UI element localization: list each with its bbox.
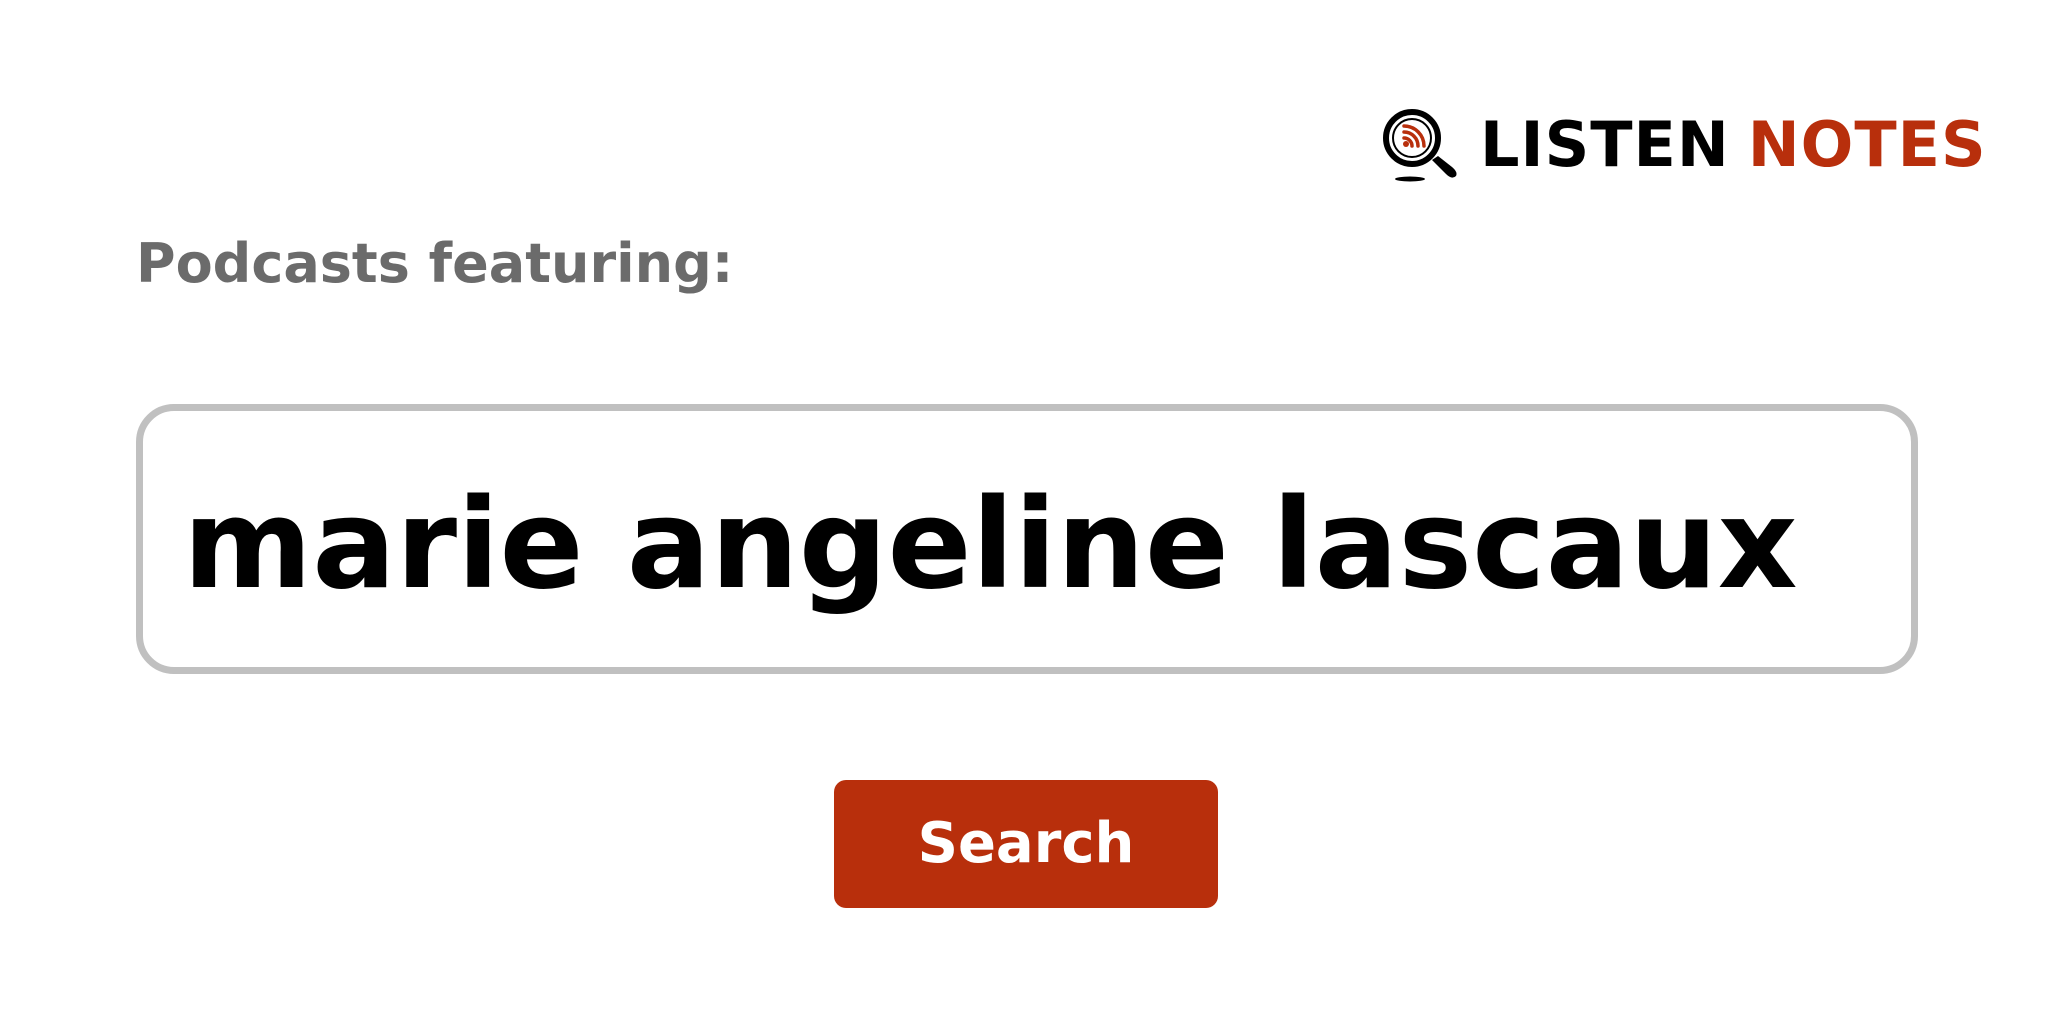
listen-notes-logo: LISTEN NOTES <box>1380 104 1987 186</box>
logo-word-listen: LISTEN <box>1480 108 1730 181</box>
podcast-search-icon <box>1383 109 1457 182</box>
logo-word-notes: NOTES <box>1747 108 1987 181</box>
logo-text: LISTEN NOTES <box>1480 114 1987 176</box>
search-button[interactable]: Search <box>834 780 1218 908</box>
search-input-value[interactable]: marie angeline lascaux <box>183 483 1798 607</box>
podcasts-featuring-label: Podcasts featuring: <box>136 232 734 295</box>
search-button-label: Search <box>917 811 1135 876</box>
search-input[interactable]: marie angeline lascaux <box>136 404 1918 674</box>
